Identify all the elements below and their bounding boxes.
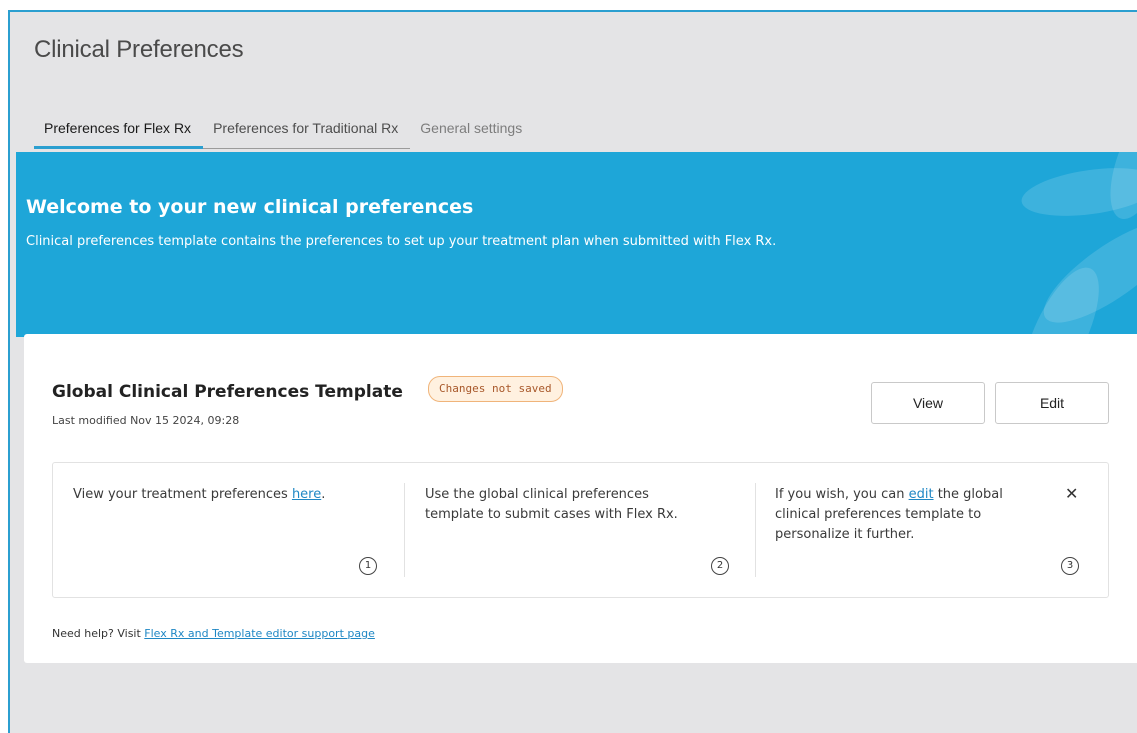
divider (755, 483, 756, 577)
app-window: Clinical Preferences Preferences for Fle… (8, 10, 1137, 733)
here-link[interactable]: here (292, 487, 321, 502)
step-3-number: 3 (1061, 557, 1079, 575)
step-2: Use the global clinical preferences temp… (425, 485, 705, 525)
divider (404, 483, 405, 577)
onboarding-steps: View your treatment preferences here. 1 … (52, 462, 1109, 598)
view-button[interactable]: View (871, 382, 985, 424)
banner-description: Clinical preferences template contains t… (26, 234, 777, 249)
step-1-text-end: . (321, 487, 326, 502)
step-2-number: 2 (711, 557, 729, 575)
step-1-number: 1 (359, 557, 377, 575)
support-page-link[interactable]: Flex Rx and Template editor support page (144, 627, 375, 640)
edit-button[interactable]: Edit (995, 382, 1109, 424)
banner-heading: Welcome to your new clinical preferences (26, 196, 474, 218)
last-modified: Last modified Nov 15 2024, 09:28 (52, 414, 240, 427)
step-3-text: If you wish, you can (775, 487, 909, 502)
tab-general-settings[interactable]: General settings (410, 116, 534, 148)
tab-bar: Preferences for Flex Rx Preferences for … (34, 116, 534, 152)
step-2-text: Use the global clinical preferences temp… (425, 487, 678, 522)
tab-preferences-traditional-rx[interactable]: Preferences for Traditional Rx (203, 116, 411, 149)
help-prefix: Need help? Visit (52, 627, 145, 640)
status-badge: Changes not saved (428, 376, 563, 402)
template-card: Global Clinical Preferences Template Cha… (24, 334, 1137, 663)
step-1: View your treatment preferences here. (73, 485, 333, 505)
tab-preferences-flex-rx[interactable]: Preferences for Flex Rx (34, 116, 204, 149)
help-text: Need help? Visit Flex Rx and Template ed… (52, 627, 375, 640)
page-title: Clinical Preferences (34, 36, 244, 63)
decorative-leaf-icon (1021, 152, 1137, 337)
step-1-text: View your treatment preferences (73, 487, 292, 502)
template-title: Global Clinical Preferences Template (52, 382, 403, 402)
close-icon[interactable]: ✕ (1065, 485, 1078, 505)
edit-link[interactable]: edit (909, 487, 934, 502)
step-3: If you wish, you can edit the global cli… (775, 485, 1045, 545)
welcome-banner: Welcome to your new clinical preferences… (16, 152, 1137, 337)
